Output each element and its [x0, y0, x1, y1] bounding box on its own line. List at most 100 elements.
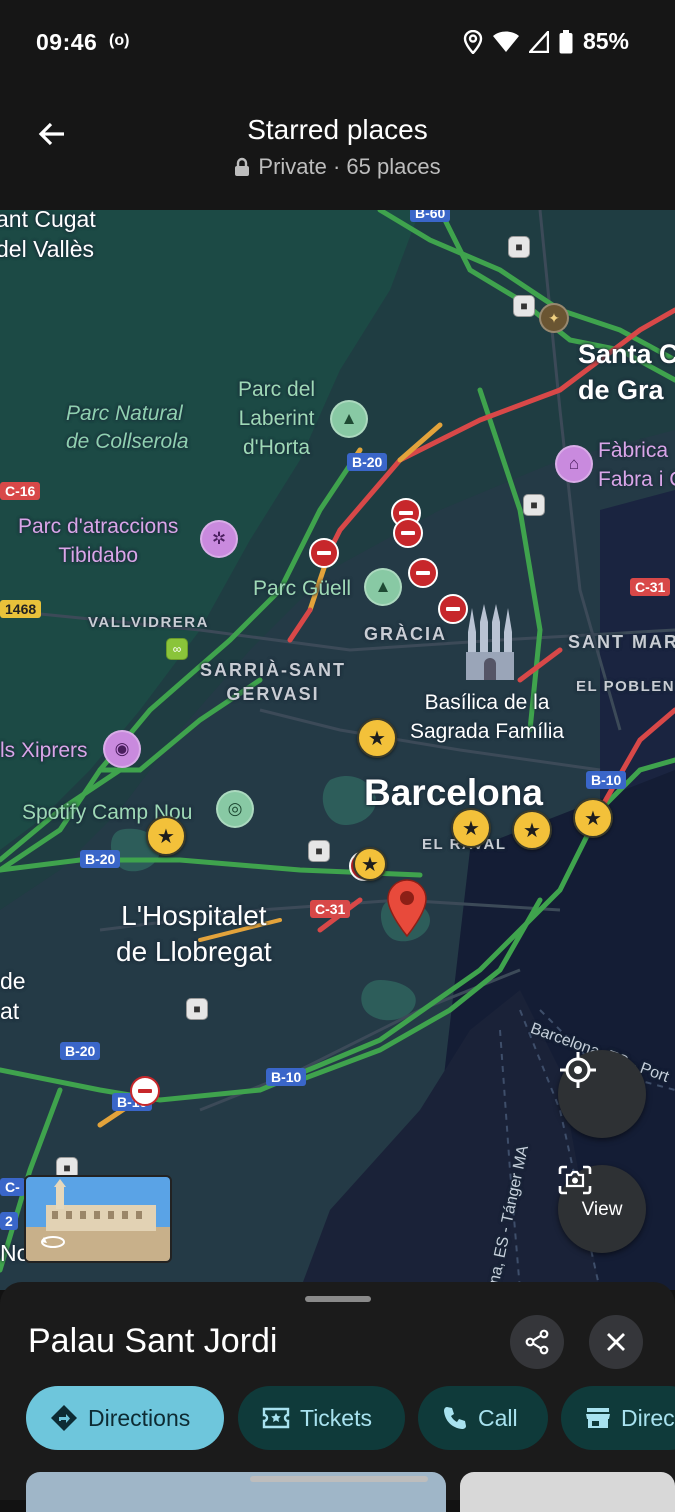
poi-label-xiprers[interactable]: ls Xiprers: [0, 736, 88, 765]
poi-label-laberint[interactable]: Parc del Laberint d'Horta: [238, 375, 315, 462]
tree-icon[interactable]: ▲: [330, 400, 368, 438]
share-button[interactable]: [510, 1315, 564, 1369]
poi-label-fabrica[interactable]: Fàbrica Fabra i C: [598, 436, 675, 494]
starred-place-pin[interactable]: ★: [353, 847, 387, 881]
district-label-sant-marti: SANT MAR: [568, 632, 675, 652]
no-cars-icon[interactable]: [130, 1076, 160, 1106]
poi-label-line: Tibidabo: [58, 544, 139, 567]
train-station-icon[interactable]: ■: [513, 295, 535, 317]
road-closure-icon[interactable]: [393, 518, 423, 548]
action-chips: Directions Tickets Call Direc: [0, 1386, 675, 1452]
directions-chip[interactable]: Directions: [26, 1386, 224, 1450]
ticket-icon: [262, 1407, 290, 1429]
tickets-label: Tickets: [300, 1404, 372, 1431]
train-station-icon[interactable]: ■: [186, 998, 208, 1020]
place-label-line: del Vallès: [0, 236, 95, 262]
city-label-barcelona: Barcelona: [364, 772, 543, 813]
poi-label-guell[interactable]: Parc Güell: [253, 574, 351, 603]
starred-place-pin[interactable]: ★: [146, 816, 186, 856]
bike-share-icon[interactable]: ∞: [166, 638, 188, 660]
photo-preview[interactable]: [460, 1472, 675, 1512]
directory-chip[interactable]: Direc: [561, 1386, 675, 1450]
road-shield: B-60: [410, 210, 451, 222]
road-closure-icon[interactable]: [309, 538, 339, 568]
share-icon: [525, 1329, 549, 1355]
park-label-line: de Collserola: [66, 430, 189, 453]
road-shield: C-31: [310, 900, 351, 918]
place-label-line: Santa C: [578, 339, 675, 369]
road-closure-icon[interactable]: [408, 558, 438, 588]
call-label: Call: [478, 1404, 518, 1431]
road-closure-icon[interactable]: [438, 594, 468, 624]
road-shield: B-10: [266, 1068, 307, 1086]
poi-label-sagrada-familia[interactable]: Basílica de la Sagrada Família: [410, 688, 564, 746]
status-bar: 09:46 (o) 85%: [0, 0, 675, 84]
place-label-line: ant Cugat: [0, 210, 96, 232]
amusement-park-icon[interactable]: ✲: [200, 520, 238, 558]
close-button[interactable]: [589, 1315, 643, 1369]
place-title: Palau Sant Jordi: [28, 1322, 278, 1360]
road-shield: B-20: [347, 453, 388, 471]
signal-icon: [528, 30, 549, 53]
starred-place-pin[interactable]: ★: [357, 718, 397, 758]
street-view-thumbnail[interactable]: [24, 1175, 172, 1263]
battery-icon: [559, 29, 573, 53]
museum-icon[interactable]: ⌂: [555, 445, 593, 483]
list-subtitle: Private · 65 places: [0, 154, 675, 180]
360-rotate-icon: [41, 1236, 65, 1248]
district-label-poblenou: EL POBLENO: [576, 678, 675, 695]
district-label-line: SARRIÀ-SANT: [200, 660, 346, 680]
poi-label-tibidabo[interactable]: Parc d'atraccions Tibidabo: [18, 512, 178, 570]
hiking-icon[interactable]: ✦: [539, 303, 569, 333]
camera-icon[interactable]: ◉: [103, 730, 141, 768]
home-indicator[interactable]: [250, 1476, 428, 1482]
poi-label-line: Fàbrica: [598, 439, 669, 462]
directory-label: Direc: [621, 1404, 675, 1431]
train-station-icon[interactable]: ■: [523, 494, 545, 516]
district-label-line: GERVASI: [226, 684, 320, 704]
train-station-icon[interactable]: ■: [508, 236, 530, 258]
road-shield: C-16: [0, 482, 41, 500]
sagrada-familia-landmark-icon[interactable]: [462, 602, 518, 682]
district-label-gracia: GRÀCIA: [364, 624, 447, 644]
map-view[interactable]: ant Cugat del Vallès Parc Natural de Col…: [0, 210, 675, 1290]
header: Starred places Private · 65 places: [0, 84, 675, 210]
tree-icon[interactable]: ▲: [364, 568, 402, 606]
phone-icon: [444, 1407, 466, 1429]
poi-label-line: Basílica de la: [424, 691, 550, 714]
my-location-button[interactable]: [558, 1050, 646, 1138]
subtitle-text: Private · 65 places: [258, 154, 441, 179]
store-icon: [586, 1408, 610, 1428]
starred-place-pin[interactable]: ★: [451, 808, 491, 848]
road-shield: 2: [0, 1212, 18, 1230]
wifi-icon: [492, 31, 519, 52]
close-icon: [607, 1333, 625, 1351]
road-shield: B-20: [60, 1042, 101, 1060]
my-location-icon: [560, 1052, 596, 1088]
place-label-edge-de: de at: [0, 966, 26, 1026]
call-chip[interactable]: Call: [418, 1386, 548, 1450]
place-label-hospitalet: L'Hospitalet de Llobregat: [116, 898, 272, 970]
view-button[interactable]: View: [558, 1165, 646, 1253]
poi-label-line: d'Horta: [243, 436, 311, 459]
place-bottom-sheet[interactable]: Palau Sant Jordi Directions Tickets Call…: [0, 1282, 675, 1512]
view-label: View: [581, 1199, 623, 1220]
road-shield: B-20: [80, 850, 121, 868]
directions-label: Directions: [88, 1404, 191, 1431]
place-label-line: de Llobregat: [116, 936, 272, 967]
stadium-icon[interactable]: ◎: [216, 790, 254, 828]
road-shield: B-10: [586, 771, 627, 789]
district-label-sarria: SARRIÀ-SANT GERVASI: [200, 658, 346, 706]
selected-place-pin-icon[interactable]: [386, 878, 428, 938]
train-station-icon[interactable]: ■: [308, 840, 330, 862]
place-label-line: de: [0, 968, 26, 994]
tickets-chip[interactable]: Tickets: [238, 1386, 405, 1450]
drag-handle[interactable]: [305, 1296, 371, 1302]
starred-place-pin[interactable]: ★: [573, 798, 613, 838]
starred-place-pin[interactable]: ★: [512, 810, 552, 850]
park-label-line: Parc Natural: [66, 402, 183, 425]
place-label-line: at: [0, 998, 20, 1024]
poi-label-line: Parc d'atraccions: [18, 515, 179, 538]
status-time: 09:46: [36, 29, 98, 55]
place-label-line: de Gra: [578, 375, 664, 405]
